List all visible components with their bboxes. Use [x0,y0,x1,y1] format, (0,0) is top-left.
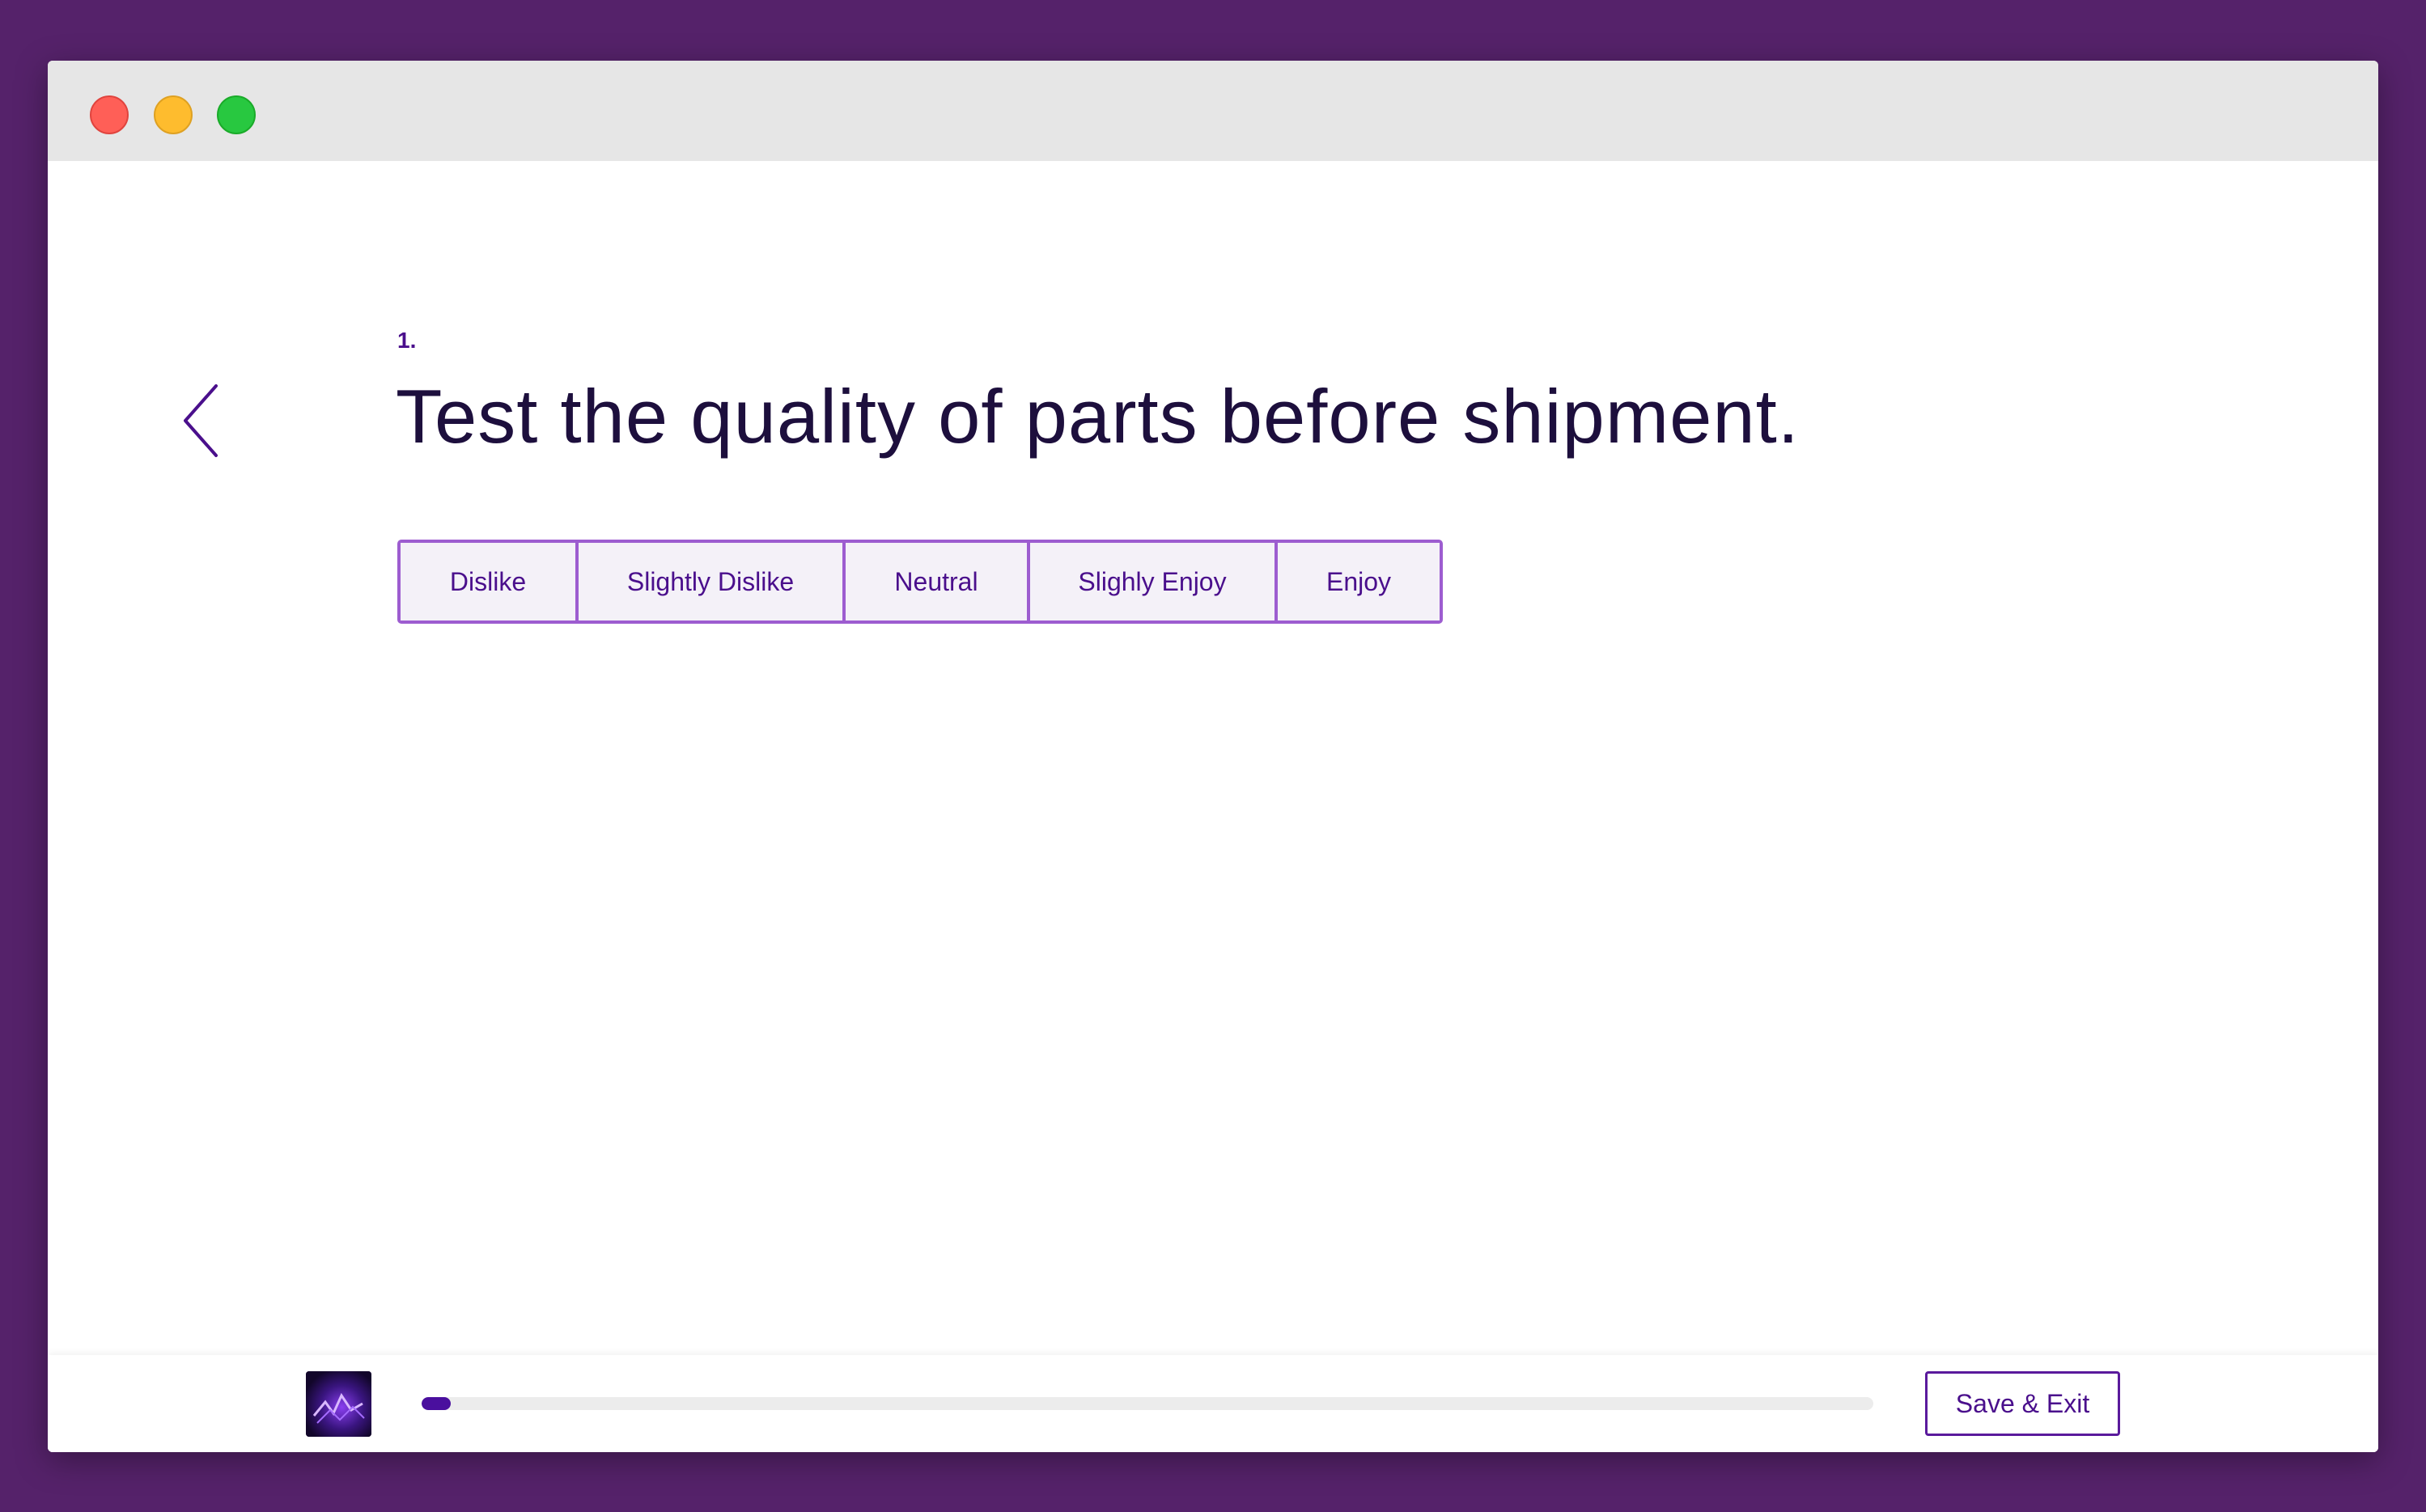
option-slightly-enjoy[interactable]: Slighly Enjoy [1027,543,1274,620]
question-text: Test the quality of parts before shipmen… [396,374,1800,459]
chevron-left-icon [184,384,218,457]
app-window: 1. Test the quality of parts before ship… [48,61,2378,1452]
option-slightly-dislike[interactable]: Slightly Dislike [575,543,842,620]
minimize-window-button[interactable] [154,95,193,134]
progress-bar-fill [422,1397,451,1410]
assessment-thumbnail [306,1371,371,1437]
back-button[interactable] [169,376,234,465]
question-number: 1. [397,328,417,353]
footer-bar: Save & Exit [48,1355,2378,1452]
maximize-window-button[interactable] [217,95,256,134]
option-enjoy[interactable]: Enjoy [1274,543,1440,620]
option-neutral[interactable]: Neutral [842,543,1027,620]
title-bar [48,61,2378,161]
progress-bar [422,1397,1873,1410]
save-exit-button[interactable]: Save & Exit [1925,1371,2120,1436]
option-dislike[interactable]: Dislike [401,543,575,620]
close-window-button[interactable] [90,95,129,134]
answer-options: Dislike Slightly Dislike Neutral Slighly… [397,540,1443,624]
